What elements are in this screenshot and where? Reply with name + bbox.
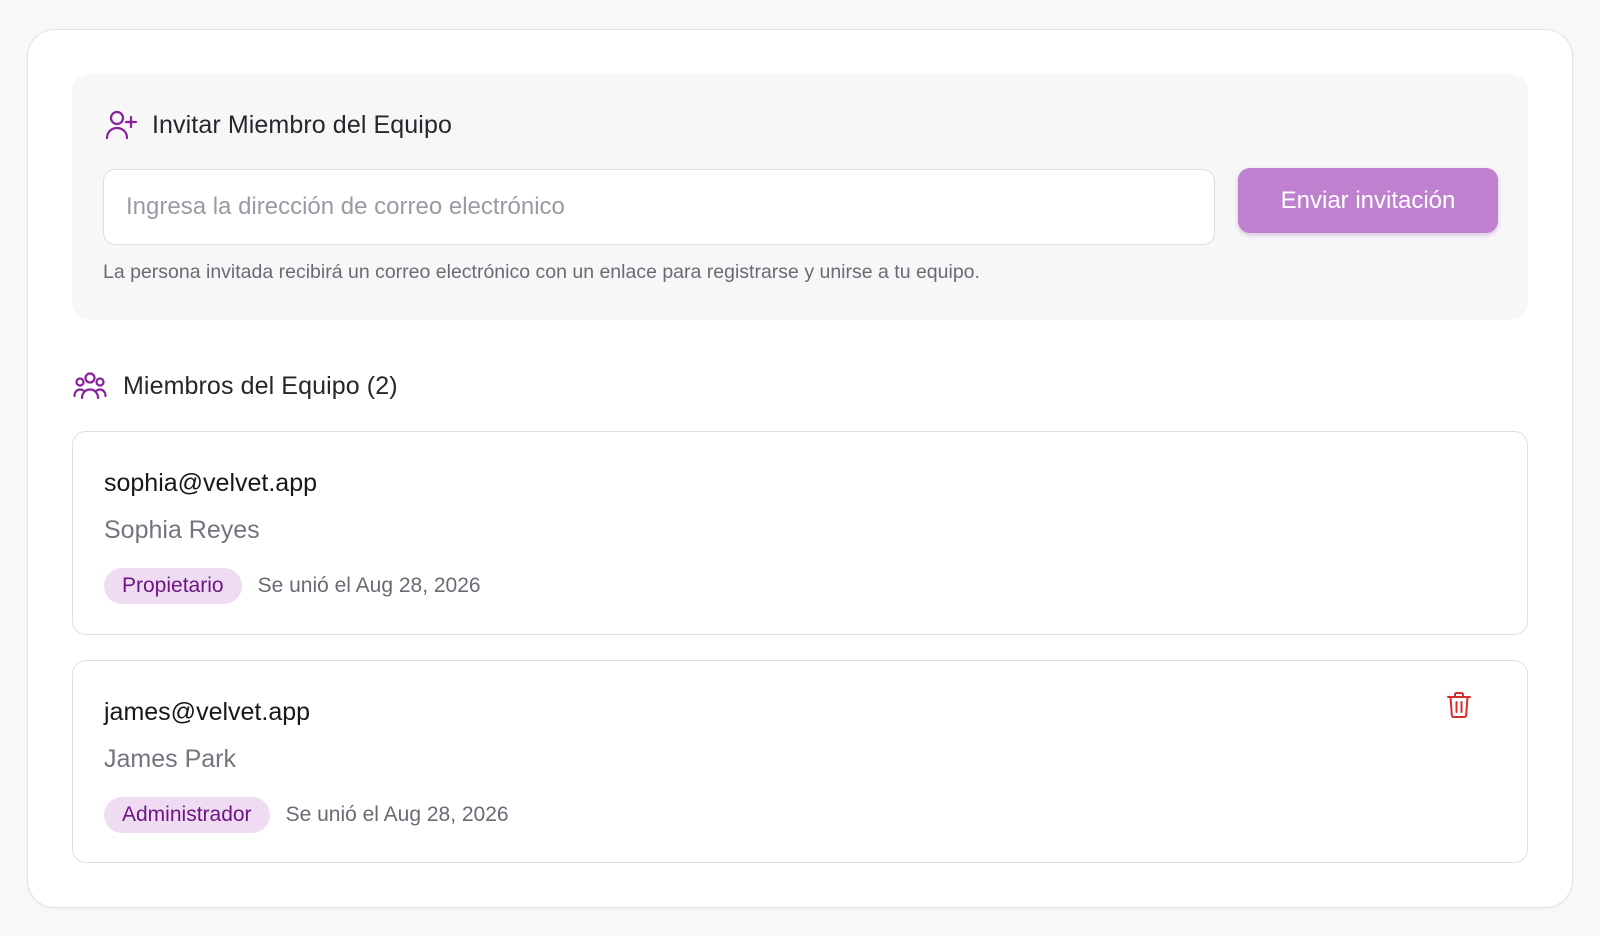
member-card: james@velvet.app James Park Administrado… xyxy=(72,660,1528,863)
invite-title: Invitar Miembro del Equipo xyxy=(152,110,452,139)
invite-header: Invitar Miembro del Equipo xyxy=(104,108,452,142)
joined-date: Se unió el Aug 28, 2026 xyxy=(257,574,481,597)
send-invitation-button[interactable]: Enviar invitación xyxy=(1238,168,1498,233)
member-email: sophia@velvet.app xyxy=(104,469,318,497)
member-email: james@velvet.app xyxy=(104,698,311,726)
member-meta: Administrador Se unió el Aug 28, 2026 xyxy=(104,797,509,833)
member-meta: Propietario Se unió el Aug 28, 2026 xyxy=(104,568,481,604)
members-title: Miembros del Equipo (2) xyxy=(123,371,398,400)
member-name: James Park xyxy=(104,745,236,773)
email-input[interactable] xyxy=(103,169,1215,245)
role-badge: Administrador xyxy=(104,797,270,833)
remove-member-button[interactable] xyxy=(1441,689,1477,725)
user-plus-icon xyxy=(104,108,138,142)
role-badge: Propietario xyxy=(104,568,242,604)
team-settings-card: Invitar Miembro del Equipo Enviar invita… xyxy=(27,29,1573,908)
member-card: sophia@velvet.app Sophia Reyes Propietar… xyxy=(72,431,1528,635)
trash-icon xyxy=(1446,691,1472,724)
joined-date: Se unió el Aug 28, 2026 xyxy=(285,803,509,826)
member-name: Sophia Reyes xyxy=(104,516,260,544)
users-icon xyxy=(73,369,107,403)
invite-helper-text: La persona invitada recibirá un correo e… xyxy=(103,261,980,283)
invite-panel: Invitar Miembro del Equipo Enviar invita… xyxy=(72,74,1528,320)
members-header: Miembros del Equipo (2) xyxy=(73,369,398,403)
